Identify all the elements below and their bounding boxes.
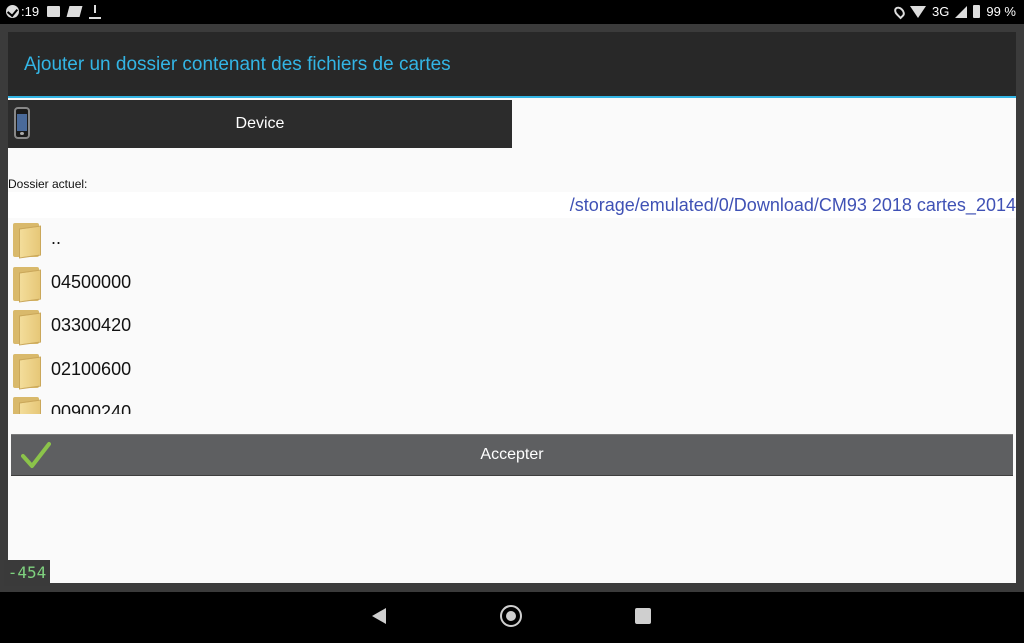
list-item-parent[interactable]: .. <box>8 218 1016 262</box>
folder-icon <box>13 223 41 259</box>
accept-button[interactable]: Accepter <box>11 434 1013 476</box>
image-notification-icon <box>47 6 61 17</box>
list-item[interactable]: 04500000 <box>8 262 1016 306</box>
list-item[interactable]: 02100600 <box>8 349 1016 393</box>
location-icon <box>892 4 907 19</box>
folder-icon <box>13 397 41 414</box>
accept-button-label: Accepter <box>480 446 544 463</box>
battery-icon <box>973 5 981 18</box>
list-item[interactable]: 00900240 <box>8 392 1016 414</box>
device-tab[interactable]: Device <box>8 100 512 148</box>
folder-name: 00900240 <box>51 402 132 414</box>
folder-icon <box>13 353 41 390</box>
wifi-icon <box>910 5 927 18</box>
folder-icon <box>13 266 41 303</box>
folder-name: .. <box>51 228 62 248</box>
download-icon <box>89 4 102 19</box>
file-notification-icon <box>66 6 83 17</box>
recent-apps-icon[interactable] <box>635 608 651 624</box>
dialog-title: Ajouter un dossier contenant des fichier… <box>8 32 1016 98</box>
back-icon[interactable] <box>372 608 386 624</box>
battery-level: 99 % <box>986 4 1016 19</box>
home-icon[interactable] <box>500 605 522 627</box>
network-type: 3G <box>932 4 950 19</box>
current-folder-label: Dossier actuel: <box>8 177 88 191</box>
overlay-counter: -454 <box>4 560 50 586</box>
folder-name: 03300420 <box>51 315 132 335</box>
folder-name: 02100600 <box>51 358 132 379</box>
status-time: :19 <box>21 4 40 19</box>
device-tab-label: Device <box>235 115 285 132</box>
current-path: /storage/emulated/0/Download/CM93 2018 c… <box>569 195 1016 215</box>
current-path-row: /storage/emulated/0/Download/CM93 2018 c… <box>8 192 1016 218</box>
check-circle-icon <box>6 5 19 18</box>
folder-list[interactable]: .. 04500000 03300420 02100600 00900240 <box>8 218 1016 414</box>
folder-name: 04500000 <box>51 271 132 292</box>
status-bar: :19 3G 99 % <box>0 0 1024 24</box>
folder-picker-dialog: Ajouter un dossier contenant des fichier… <box>8 32 1016 583</box>
navigation-bar <box>0 592 1024 643</box>
list-item[interactable]: 03300420 <box>8 305 1016 349</box>
signal-icon <box>955 5 968 18</box>
folder-icon <box>13 310 41 346</box>
